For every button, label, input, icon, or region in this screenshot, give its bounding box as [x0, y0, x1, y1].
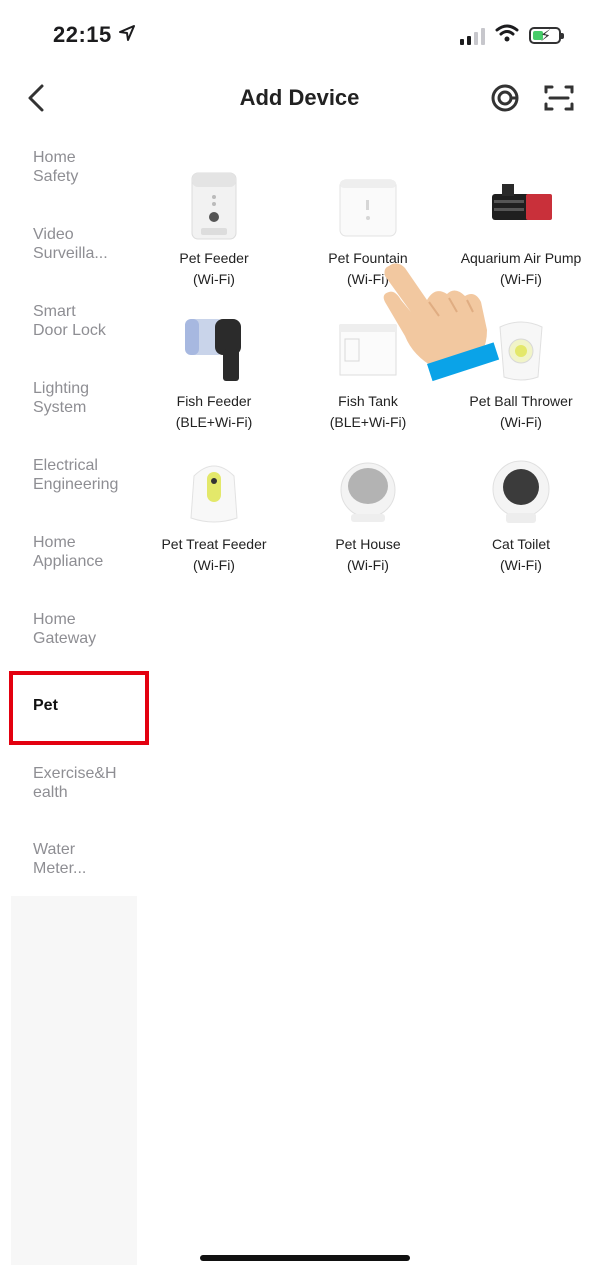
- sidebar-item-exercise-health[interactable]: Exercise&H ealth: [33, 764, 138, 802]
- pet-fountain-icon: [293, 170, 443, 242]
- home-indicator: [200, 1255, 410, 1261]
- pet-house-icon: [293, 456, 443, 528]
- device-protocol: (BLE+Wi-Fi): [175, 414, 253, 430]
- device-protocol: (BLE+Wi-Fi): [329, 414, 407, 430]
- device-name: Pet Treat Feeder: [161, 536, 267, 552]
- pet-feeder-icon: [139, 170, 289, 242]
- auto-scan-button[interactable]: [488, 82, 522, 114]
- location-arrow-icon: [118, 22, 136, 48]
- sidebar-item-water-meter[interactable]: Water Meter...: [33, 840, 138, 878]
- auto-scan-icon: [491, 84, 519, 112]
- status-indicators: ⚡: [460, 24, 564, 47]
- device-protocol: (Wi-Fi): [193, 557, 235, 573]
- sidebar-item-home-appliance[interactable]: Home Appliance: [33, 533, 138, 571]
- device-tile-pet-house[interactable]: Pet House (Wi-Fi): [293, 456, 443, 576]
- sidebar-item-electrical-engineering[interactable]: Electrical Engineering: [33, 456, 138, 494]
- sidebar-item-lighting-system[interactable]: Lighting System: [33, 379, 138, 417]
- pet-treat-feeder-icon: [139, 456, 289, 528]
- battery-charging-icon: ⚡: [529, 27, 564, 45]
- highlight-box: [9, 671, 149, 745]
- device-tile-pet-feeder[interactable]: Pet Feeder (Wi-Fi): [139, 170, 289, 290]
- device-name: Fish Feeder: [176, 393, 252, 409]
- device-name: Cat Toilet: [491, 536, 551, 552]
- device-protocol: (Wi-Fi): [500, 557, 542, 573]
- pointing-hand-icon: [375, 260, 505, 390]
- device-tile-fish-feeder[interactable]: Fish Feeder (BLE+Wi-Fi): [139, 313, 289, 433]
- status-time: 22:15: [53, 22, 136, 48]
- device-protocol: (Wi-Fi): [347, 557, 389, 573]
- device-tile-cat-toilet[interactable]: Cat Toilet (Wi-Fi): [446, 456, 596, 576]
- scan-frame-icon: [544, 85, 574, 111]
- sidebar-item-home-gateway[interactable]: Home Gateway: [33, 610, 138, 648]
- cat-toilet-icon: [446, 456, 596, 528]
- scan-code-button[interactable]: [542, 82, 576, 114]
- device-name: Fish Tank: [338, 393, 398, 409]
- cellular-signal-icon: [460, 27, 485, 45]
- sidebar-item-home-safety[interactable]: Home Safety: [33, 148, 138, 186]
- device-tile-pet-treat-feeder[interactable]: Pet Treat Feeder (Wi-Fi): [139, 456, 289, 576]
- device-protocol: (Wi-Fi): [500, 414, 542, 430]
- aquarium-air-pump-icon: [446, 170, 596, 242]
- time-label: 22:15: [53, 22, 112, 47]
- device-name: Pet House: [335, 536, 401, 552]
- wifi-icon: [495, 24, 519, 47]
- device-protocol: (Wi-Fi): [193, 271, 235, 287]
- sidebar-item-video-surveillance[interactable]: Video Surveilla...: [33, 225, 138, 263]
- sidebar-item-smart-door-lock[interactable]: Smart Door Lock: [33, 302, 138, 340]
- device-name: Pet Feeder: [179, 250, 249, 266]
- device-name: Pet Ball Thrower: [469, 393, 573, 409]
- fish-feeder-icon: [139, 313, 289, 385]
